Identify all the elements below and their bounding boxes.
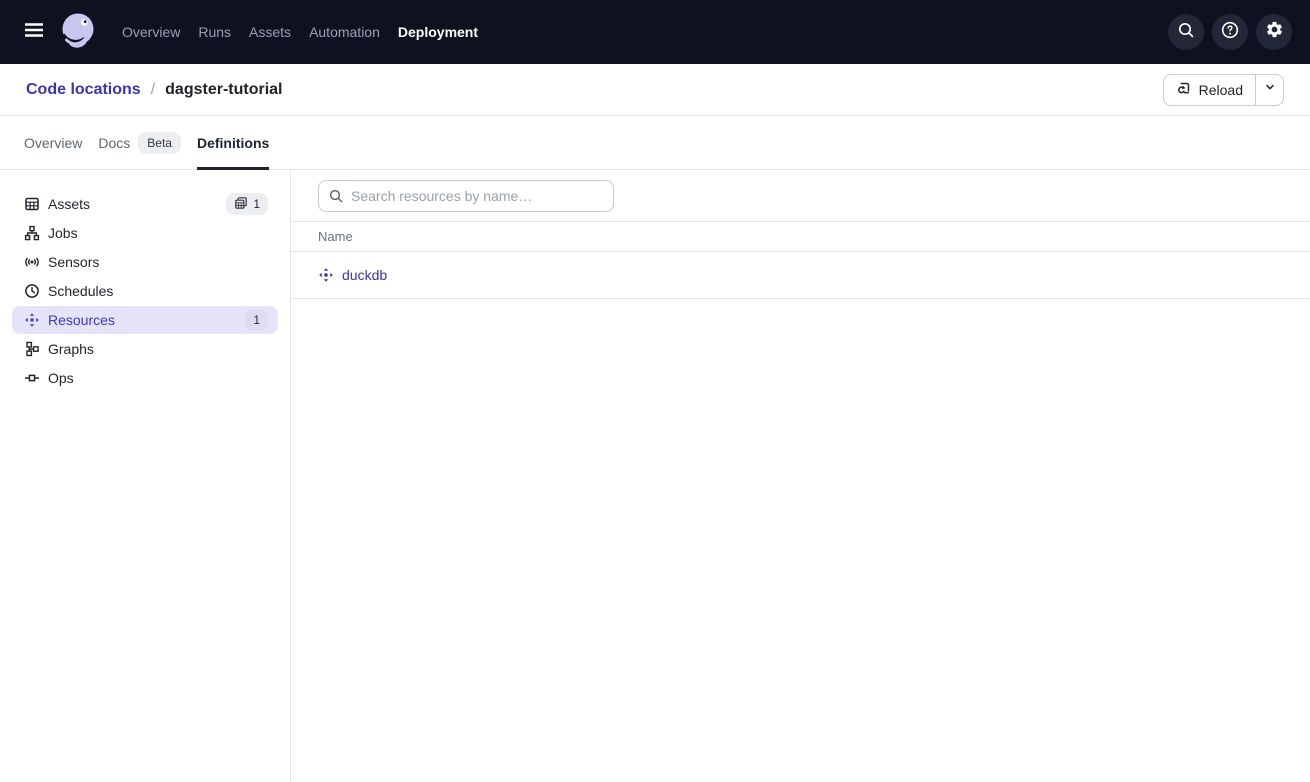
sidebar-item-ops[interactable]: Ops — [12, 364, 278, 392]
ops-icon — [24, 370, 40, 386]
chevron-down-icon — [1263, 80, 1277, 99]
dagster-logo[interactable] — [56, 9, 102, 55]
sidebar-item-label: Ops — [48, 370, 74, 386]
resources-count-badge: 1 — [245, 309, 268, 331]
graphs-icon — [24, 341, 40, 357]
tab-docs-label: Docs — [98, 135, 130, 151]
sidebar-item-label: Resources — [48, 312, 115, 328]
gear-icon — [1265, 20, 1284, 44]
sidebar-item-label: Jobs — [48, 225, 78, 241]
resource-icon — [318, 267, 334, 283]
search-resources-input[interactable] — [318, 180, 614, 212]
sidebar-item-label: Sensors — [48, 254, 99, 270]
search-wrap — [318, 180, 614, 212]
resource-link-duckdb[interactable]: duckdb — [342, 267, 387, 283]
definitions-sidebar: Assets 1 — [0, 170, 291, 782]
beta-badge: Beta — [138, 132, 181, 154]
column-header-name: Name — [318, 229, 353, 244]
reload-code-location-icon — [1176, 80, 1192, 99]
help-icon — [1220, 20, 1240, 45]
nav-overview[interactable]: Overview — [122, 24, 180, 40]
jobs-icon — [24, 225, 40, 241]
resources-count: 1 — [253, 313, 260, 327]
sensors-icon — [24, 254, 40, 270]
nav-runs[interactable]: Runs — [198, 24, 231, 40]
primary-nav: Overview Runs Assets Automation Deployme… — [122, 24, 478, 40]
sidebar-item-jobs[interactable]: Jobs — [12, 219, 278, 247]
top-navbar: Overview Runs Assets Automation Deployme… — [0, 0, 1310, 64]
tab-overview[interactable]: Overview — [24, 116, 82, 169]
hamburger-icon — [22, 18, 46, 47]
settings-button[interactable] — [1256, 14, 1292, 50]
tab-definitions[interactable]: Definitions — [197, 116, 269, 169]
resources-table-header: Name — [291, 221, 1310, 252]
reload-button-label: Reload — [1199, 82, 1243, 98]
stacked-tables-icon — [234, 196, 248, 213]
resource-row-duckdb[interactable]: duckdb — [291, 252, 1310, 299]
assets-count-badge: 1 — [226, 193, 268, 215]
nav-automation[interactable]: Automation — [309, 24, 380, 40]
search-icon — [1176, 20, 1196, 45]
assets-count: 1 — [253, 197, 260, 211]
definitions-body: Assets 1 — [0, 170, 1310, 782]
schedules-icon — [24, 283, 40, 299]
tab-overview-label: Overview — [24, 135, 82, 151]
sidebar-item-schedules[interactable]: Schedules — [12, 277, 278, 305]
sidebar-item-resources[interactable]: Resources 1 — [12, 306, 278, 334]
breadcrumb-bar: Code locations / dagster-tutorial Reload — [0, 64, 1310, 116]
sidebar-item-assets[interactable]: Assets 1 — [12, 190, 278, 218]
breadcrumb-code-locations-link[interactable]: Code locations — [26, 81, 141, 99]
sidebar-item-sensors[interactable]: Sensors — [12, 248, 278, 276]
reload-dropdown-button[interactable] — [1256, 75, 1283, 105]
sidebar-item-graphs[interactable]: Graphs — [12, 335, 278, 363]
sidebar-item-label: Assets — [48, 196, 90, 212]
reload-split-button: Reload — [1163, 74, 1284, 106]
sidebar-item-label: Graphs — [48, 341, 94, 357]
code-location-tabs: Overview Docs Beta Definitions — [0, 116, 1310, 170]
nav-assets[interactable]: Assets — [249, 24, 291, 40]
resources-panel: Name duckdb — [291, 170, 1310, 782]
tab-definitions-label: Definitions — [197, 135, 269, 151]
help-button[interactable] — [1212, 14, 1248, 50]
resources-icon — [24, 312, 40, 328]
breadcrumb-current: dagster-tutorial — [165, 81, 282, 99]
breadcrumb-separator: / — [151, 81, 155, 99]
reload-button[interactable]: Reload — [1164, 75, 1256, 105]
assets-table-icon — [24, 196, 40, 212]
hamburger-menu-button[interactable] — [20, 18, 48, 46]
search-button[interactable] — [1168, 14, 1204, 50]
tab-docs[interactable]: Docs Beta — [98, 116, 181, 169]
sidebar-item-label: Schedules — [48, 283, 113, 299]
nav-deployment[interactable]: Deployment — [398, 24, 478, 40]
